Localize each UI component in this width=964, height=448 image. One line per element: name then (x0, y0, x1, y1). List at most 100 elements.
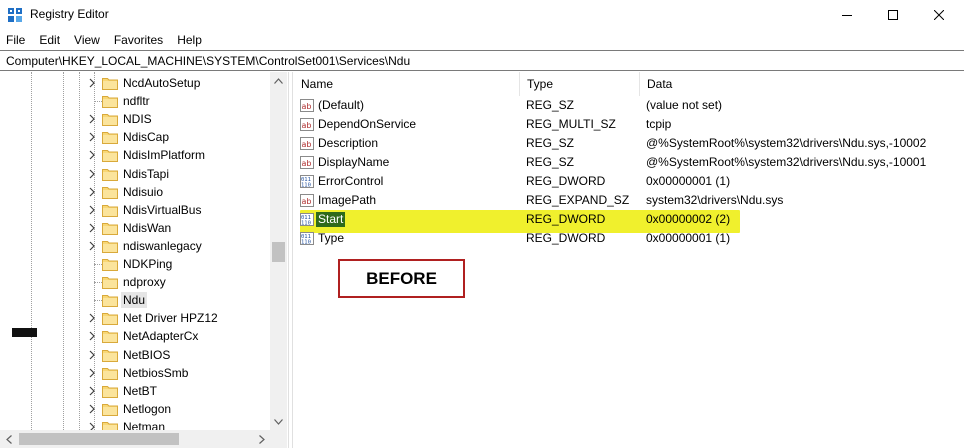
registry-value-row[interactable]: 011 110 Start REG_DWORD 0x00000002 (2) (294, 210, 964, 234)
value-name: Type (318, 231, 345, 246)
address-bar[interactable]: Computer\HKEY_LOCAL_MACHINE\SYSTEM\Contr… (0, 50, 964, 71)
menu-favorites[interactable]: Favorites (107, 30, 170, 50)
value-name: ErrorControl (318, 174, 384, 189)
column-header-name[interactable]: Name (294, 72, 520, 96)
chevron-right-icon[interactable] (88, 150, 96, 160)
folder-icon (102, 114, 118, 127)
tree-item[interactable]: NdisTapi (0, 165, 270, 183)
tree-vertical-scrollbar[interactable] (270, 72, 287, 430)
tree-item[interactable]: ndiswanlegacy (0, 237, 270, 255)
string-value-icon: ab (300, 156, 314, 170)
value-data: system32\drivers\Ndu.sys (646, 193, 784, 208)
tree-item[interactable]: NdisImPlatform (0, 146, 270, 164)
registry-value-row[interactable]: 011 110 Type REG_DWORD 0x00000001 (1) (294, 229, 964, 248)
tree-item-label: NetBIOS (123, 347, 171, 362)
tree-item[interactable]: NcdAutoSetup (0, 74, 270, 92)
minimize-button[interactable] (824, 0, 870, 30)
tree-connector (94, 300, 102, 302)
tree-item-label: NdisWan (123, 220, 172, 235)
value-data: @%SystemRoot%\system32\drivers\Ndu.sys,-… (646, 155, 927, 170)
tree-item[interactable]: ndfltr (0, 92, 270, 110)
tree-item[interactable]: Net Driver HPZ12 (0, 309, 270, 327)
tree-item[interactable]: NdisVirtualBus (0, 201, 270, 219)
chevron-right-icon[interactable] (88, 223, 96, 233)
registry-value-row[interactable]: ab Description REG_SZ @%SystemRoot%\system3… (294, 134, 964, 153)
registry-value-row[interactable]: ab ImagePath REG_EXPAND_SZ system32\drivers… (294, 191, 964, 210)
menu-help[interactable]: Help (170, 30, 209, 50)
string-value-icon: ab (300, 99, 314, 112)
tree-item[interactable]: NetbiosSmb (0, 364, 270, 382)
menu-file[interactable]: File (0, 30, 32, 50)
registry-value-row[interactable]: ab DisplayName REG_SZ @%SystemRoot%\system3… (294, 153, 964, 172)
binary-value-icon: 011110 (300, 175, 314, 189)
tree-item[interactable]: Netlogon (0, 400, 270, 418)
tree-item[interactable]: NdisCap (0, 128, 270, 146)
tree-item[interactable]: NDIS (0, 110, 270, 128)
chevron-right-icon[interactable] (88, 368, 96, 378)
value-name: DependOnService (318, 117, 417, 132)
scroll-thumb-horizontal[interactable] (19, 433, 179, 445)
chevron-right-icon[interactable] (88, 386, 96, 396)
value-type: REG_DWORD (526, 231, 606, 246)
chevron-right-icon[interactable] (88, 169, 96, 179)
scroll-down-button[interactable] (270, 413, 287, 430)
tree-item-label: NetAdapterCx (123, 329, 199, 344)
tree-item[interactable]: NetBT (0, 382, 270, 400)
scroll-up-button[interactable] (270, 72, 287, 89)
value-type: REG_SZ (526, 98, 575, 112)
maximize-button[interactable] (870, 0, 916, 30)
folder-icon (102, 240, 118, 253)
chevron-right-icon[interactable] (88, 241, 96, 251)
menu-edit[interactable]: Edit (32, 30, 67, 50)
menu-view[interactable]: View (67, 30, 107, 50)
chevron-right-icon[interactable] (88, 404, 96, 414)
value-data: tcpip (646, 117, 672, 132)
tree-item[interactable]: NDKPing (0, 255, 270, 273)
tree-item-label: Ndu (121, 292, 148, 309)
chevron-right-icon[interactable] (88, 114, 96, 124)
tree-item-label: NetbiosSmb (123, 365, 189, 380)
registry-value-row[interactable]: 011 110 ErrorControl REG_DWORD 0x00000001 (1… (294, 172, 964, 191)
close-icon (934, 10, 944, 20)
title-bar: Registry Editor (0, 0, 964, 30)
chevron-right-icon[interactable] (88, 350, 96, 360)
close-button[interactable] (916, 0, 962, 30)
tree-item[interactable]: ndproxy (0, 273, 270, 291)
list-header: Name Type Data (294, 72, 964, 96)
tree-item[interactable]: NetBIOS (0, 346, 270, 364)
tree-item-label: NDIS (123, 112, 152, 127)
minimize-icon (842, 15, 852, 16)
tree-item[interactable]: NdisWan (0, 219, 270, 237)
folder-icon (102, 367, 118, 380)
registry-value-row[interactable]: ab (Default) REG_SZ (value not set) (294, 96, 964, 115)
chevron-right-icon[interactable] (88, 313, 96, 323)
chevron-right-icon[interactable] (88, 205, 96, 215)
value-type: REG_DWORD (526, 212, 606, 227)
tree-item-label: NdisCap (123, 130, 170, 145)
chevron-right-icon[interactable] (88, 132, 96, 142)
maximize-icon (888, 10, 898, 20)
chevron-right-icon[interactable] (88, 187, 96, 197)
tree-item[interactable]: Ndu (0, 291, 270, 309)
folder-icon (102, 150, 118, 163)
tree-item[interactable]: Ndisuio (0, 183, 270, 201)
value-data: (value not set) (646, 98, 723, 112)
scroll-thumb[interactable] (272, 242, 285, 262)
chevron-left-icon (5, 434, 12, 444)
registry-value-row[interactable]: ab DependOnService REG_MULTI_SZ tcpip (294, 115, 964, 134)
scroll-right-button[interactable] (253, 430, 270, 448)
svg-text:110: 110 (301, 221, 311, 227)
key-tree: NcdAutoSetup ndfltr NDIS NdisCap NdisImPlatf… (0, 72, 288, 448)
svg-text:110: 110 (301, 240, 311, 246)
column-header-type[interactable]: Type (520, 72, 640, 96)
tree-item[interactable]: NetAdapterCx (0, 327, 270, 345)
pane-splitter[interactable] (288, 72, 293, 448)
binary-value-icon: 011110 (300, 232, 314, 246)
scroll-left-button[interactable] (0, 430, 17, 448)
folder-icon (102, 96, 118, 109)
chevron-right-icon[interactable] (88, 78, 96, 88)
chevron-right-icon[interactable] (88, 331, 96, 341)
folder-icon (102, 313, 118, 326)
tree-horizontal-scrollbar[interactable] (0, 430, 287, 448)
column-header-data[interactable]: Data (640, 72, 964, 96)
